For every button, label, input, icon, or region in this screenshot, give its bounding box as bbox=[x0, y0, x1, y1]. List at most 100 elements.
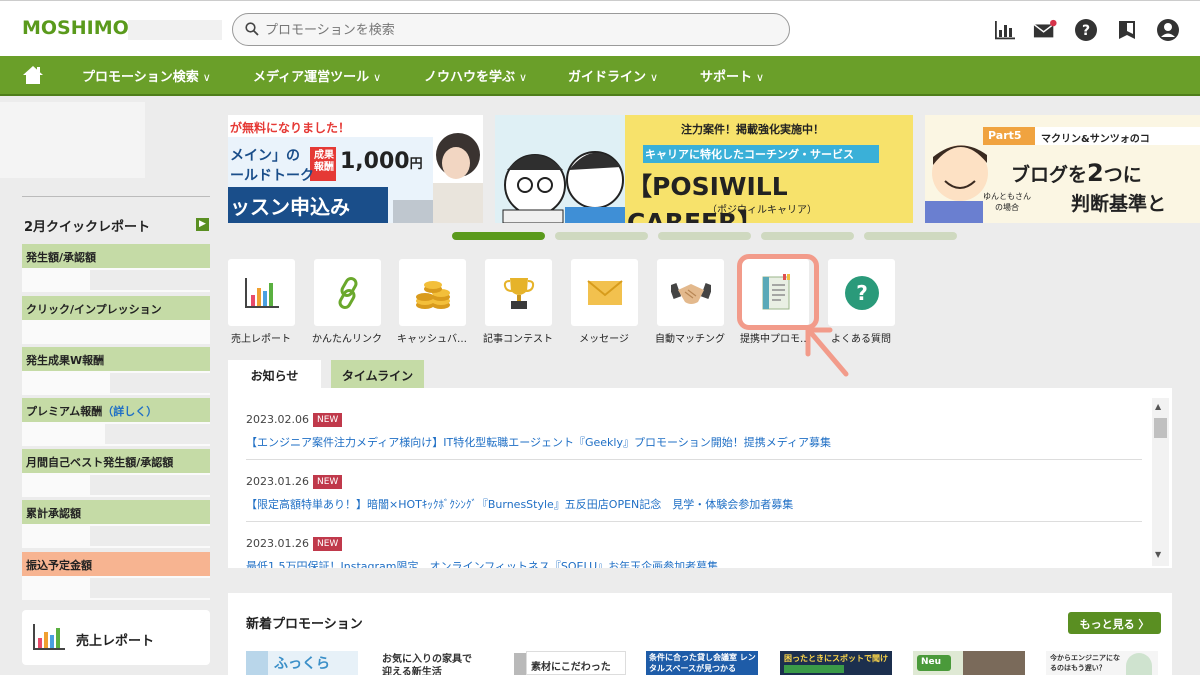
more-label: もっと見る bbox=[1079, 618, 1135, 631]
tab-news[interactable]: お知らせ bbox=[228, 360, 321, 388]
new-promotions-title: 新着プロモーション bbox=[246, 617, 363, 632]
banner-blog-series[interactable]: Part5 マクリン&サンツォのコ ブログを2つに 判断基準と ゆんともさん の場… bbox=[925, 115, 1200, 223]
news-link[interactable]: 最低1.5万円保証！Instagram限定 オンラインフィットネス『SOELU』… bbox=[246, 558, 718, 568]
banner-posiwill[interactable]: 注力案件！掲載強化実施中！ キャリアに特化したコーチング・サービス 【POSIW… bbox=[495, 115, 913, 223]
link-icon bbox=[338, 276, 357, 309]
tile-auto-matching[interactable] bbox=[657, 259, 724, 326]
banner-english-lesson[interactable]: が無料になりました！ メイン」の ールドトーク 成果 報酬 1,000円 ッスン申… bbox=[228, 115, 483, 223]
nav-label: サポート bbox=[700, 70, 753, 85]
premium-details-link[interactable]: （詳しく） bbox=[102, 405, 157, 418]
tab-timeline[interactable]: タイムライン bbox=[331, 360, 424, 388]
highlight-box bbox=[737, 254, 819, 330]
stat-label-transfer-scheduled: 振込予定金額 bbox=[22, 552, 210, 576]
home-icon[interactable] bbox=[22, 64, 44, 86]
chevron-right-icon: 〉 bbox=[1138, 618, 1150, 631]
stat-value-masked bbox=[22, 524, 210, 548]
quick-report-arrow-icon[interactable]: ▶ bbox=[196, 218, 209, 231]
banner1-line1: メイン」の bbox=[230, 148, 300, 164]
promo-thumb-text: 素材にこだわった bbox=[531, 662, 611, 673]
promotion-search[interactable] bbox=[232, 13, 790, 46]
profile-area-masked bbox=[0, 102, 145, 178]
tile-easy-link[interactable] bbox=[314, 259, 381, 326]
sales-report-icon bbox=[244, 277, 279, 308]
nav-knowhow[interactable]: ノウハウを学ぶ ∨ bbox=[424, 66, 527, 85]
banner1-badge-line2: 報酬 bbox=[314, 162, 334, 173]
tile-cashback[interactable] bbox=[399, 259, 466, 326]
carousel-dot-1[interactable] bbox=[452, 232, 545, 240]
report-icon[interactable] bbox=[993, 18, 1017, 42]
tile-sales-report[interactable] bbox=[228, 259, 295, 326]
scroll-thumb[interactable] bbox=[1154, 418, 1167, 438]
tile-label: メッセージ bbox=[579, 334, 629, 345]
nav-guidelines[interactable]: ガイドライン ∨ bbox=[568, 66, 658, 85]
news-link[interactable]: 【エンジニア案件注力メディア様向け】IT特化型転職エージェント『Geekly』プ… bbox=[246, 434, 831, 450]
news-scrollbar[interactable]: ▲ ▼ bbox=[1152, 398, 1169, 566]
question-icon: ? bbox=[844, 275, 879, 310]
chevron-down-icon: ∨ bbox=[373, 71, 382, 84]
tile-label: 自動マッチング bbox=[655, 334, 725, 345]
promo-thumb[interactable]: ふっくら bbox=[246, 651, 358, 675]
stat-label-total-approved: 累計承認額 bbox=[22, 500, 210, 524]
new-badge: NEW bbox=[312, 537, 343, 551]
help-icon[interactable]: ? bbox=[1074, 18, 1098, 42]
news-divider bbox=[246, 521, 1142, 522]
scroll-up-icon[interactable]: ▲ bbox=[1155, 402, 1161, 411]
tile-faq[interactable]: ? bbox=[828, 259, 895, 326]
tile-label: 売上レポート bbox=[231, 334, 291, 345]
nav-media-tools[interactable]: メディア運営ツール ∨ bbox=[253, 66, 381, 85]
banner1-bottom-text: ッスン申込み bbox=[230, 195, 350, 219]
news-item: 2023.01.26 NEW 【限定高額特単あり！】暗闇×HOTｷｯｸﾎﾞｸｼﾝｸ… bbox=[246, 470, 1142, 511]
moshimo-logo[interactable]: MOSHIMO bbox=[22, 17, 129, 39]
handshake-icon bbox=[670, 282, 711, 304]
promo-thumb-text: 今からエンジニアになるのはもう遅い？ bbox=[1050, 654, 1120, 672]
promo-thumb[interactable]: Neu bbox=[913, 651, 1025, 675]
sales-report-card[interactable]: 売上レポート bbox=[22, 610, 210, 665]
carousel-dot-2[interactable] bbox=[555, 232, 648, 240]
carousel-dot-4[interactable] bbox=[761, 232, 854, 240]
nav-label: ガイドライン bbox=[568, 70, 647, 85]
user-icon[interactable] bbox=[1156, 18, 1180, 42]
stat-value-masked bbox=[22, 473, 210, 497]
banner1-amount-yen: 円 bbox=[409, 157, 423, 172]
stat-value-masked bbox=[22, 422, 210, 446]
account-name-masked bbox=[128, 20, 222, 40]
news-item: 2023.02.06 NEW 【エンジニア案件注力メディア様向け】IT特化型転職エ… bbox=[246, 408, 1142, 449]
promo-thumb-text: ふっくら bbox=[274, 656, 330, 672]
banner1-amount-number: 1,000 bbox=[340, 149, 410, 174]
top-header: MOSHIMO ? bbox=[0, 0, 1200, 56]
guide-icon[interactable] bbox=[1115, 18, 1139, 42]
new-badge: NEW bbox=[312, 413, 343, 427]
nav-promotion-search[interactable]: プロモーション検索 ∨ bbox=[82, 66, 211, 85]
promo-thumb[interactable]: 素材にこだわった bbox=[526, 651, 626, 675]
promo-thumb[interactable]: 今からエンジニアになるのはもう遅い？ bbox=[1046, 651, 1158, 675]
promo-thumb[interactable]: 困ったときにスポットで聞ける bbox=[780, 651, 892, 675]
nav-support[interactable]: サポート ∨ bbox=[700, 66, 764, 85]
banner1-badge: 成果 報酬 bbox=[314, 150, 334, 174]
chevron-down-icon: ∨ bbox=[756, 71, 765, 84]
banner3-title: ブログを2つに bbox=[1011, 159, 1142, 187]
promo-thumb-text: Neu bbox=[921, 657, 942, 667]
scroll-down-icon[interactable]: ▼ bbox=[1155, 550, 1161, 559]
news-panel: 2023.02.06 NEW 【エンジニア案件注力メディア様向け】IT特化型転職エ… bbox=[228, 388, 1172, 568]
more-button[interactable]: もっと見る 〉 bbox=[1068, 612, 1161, 634]
promo-thumb-text: お気に入りの家具で 迎える新生活 bbox=[382, 654, 472, 675]
svg-text:?: ? bbox=[1082, 23, 1090, 39]
tile-article-contest[interactable] bbox=[485, 259, 552, 326]
envelope-icon bbox=[586, 279, 623, 305]
promo-thumb[interactable]: 条件に合った貸し会議室 レンタルスペースが見つかる bbox=[646, 651, 758, 675]
tile-message[interactable] bbox=[571, 259, 638, 326]
search-icon bbox=[245, 22, 259, 36]
tile-label: キャッシュバ… bbox=[397, 334, 467, 345]
mail-icon[interactable] bbox=[1033, 18, 1057, 42]
banner2-sub: （ポジウィルキャリア） bbox=[707, 205, 817, 216]
banner3-part: Part5 bbox=[988, 129, 1022, 142]
banner3-series: マクリン&サンツォのコ bbox=[1041, 134, 1150, 145]
promo-thumb[interactable]: お気に入りの家具で 迎える新生活 bbox=[378, 651, 526, 675]
banner3-title-b: つに bbox=[1103, 164, 1142, 186]
carousel-dot-5[interactable] bbox=[864, 232, 957, 240]
news-link[interactable]: 【限定高額特単あり！】暗闇×HOTｷｯｸﾎﾞｸｼﾝｸﾞ『BurnesStyle』… bbox=[246, 496, 793, 512]
news-item: 2023.01.26 NEW 最低1.5万円保証！Instagram限定 オンライ… bbox=[246, 532, 1142, 568]
nav-label: ノウハウを学ぶ bbox=[424, 70, 516, 85]
search-input[interactable] bbox=[265, 18, 765, 42]
carousel-dot-3[interactable] bbox=[658, 232, 751, 240]
